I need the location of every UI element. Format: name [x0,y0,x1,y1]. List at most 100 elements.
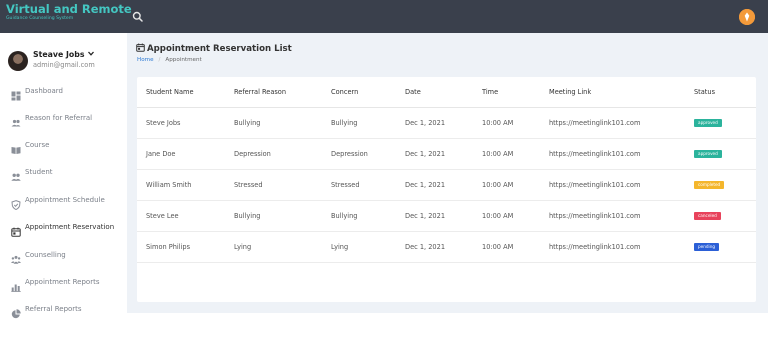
date-cell: Dec 1, 2021 [405,200,482,232]
date-cell: Dec 1, 2021 [405,138,482,170]
bar-chart-icon [11,277,21,292]
table-header-row: Student Name Referral Reason Concern Dat… [137,77,756,108]
column-header[interactable]: Concern [331,77,405,108]
sidebar-item-appointment-schedule[interactable]: Appointment Schedule [0,190,127,211]
time-cell: 10:00 AM [482,169,549,201]
sidebar-item-counselling[interactable]: Counselling [0,245,127,265]
users-add-icon [11,113,21,127]
sidebar-item-label: Course [25,141,50,149]
calendar-icon [136,43,145,52]
status-badge: approved [694,118,722,127]
column-header[interactable]: Time [482,77,549,108]
date-cell: Dec 1, 2021 [405,231,482,263]
brand-logo[interactable]: Virtual and Remote Guidance Counseling S… [6,2,132,22]
status-cell: pending [694,231,756,263]
referral-reason-cell: Bullying [234,107,331,139]
table-row[interactable]: Steve Jobs Bullying Bullying Dec 1, 2021… [137,107,756,139]
people-group-icon [11,250,21,264]
meeting-link-cell[interactable]: https://meetinglink101.com [549,107,694,139]
dashboard-icon [11,86,21,101]
sidebar-item-label: Appointment Schedule [25,196,105,204]
breadcrumb: Home / Appointment [137,57,202,63]
sidebar-item-label: Appointment Reports [25,278,100,286]
concern-cell: Stressed [331,169,405,201]
status-cell: approved [694,138,756,170]
footer-area [127,313,768,337]
table-row[interactable]: Jane Doe Depression Depression Dec 1, 20… [137,138,756,170]
time-cell: 10:00 AM [482,107,549,139]
concern-cell: Bullying [331,200,405,232]
status-badge: approved [694,149,722,158]
shield-check-icon [11,195,21,211]
column-header[interactable]: Student Name [137,77,234,108]
search-icon[interactable] [131,9,145,23]
meeting-link-cell[interactable]: https://meetinglink101.com [549,200,694,232]
main-content: Appointment Reservation List Home / Appoin… [127,33,768,313]
meeting-link-cell[interactable]: https://meetinglink101.com [549,138,694,170]
breadcrumb-separator: / [158,57,161,63]
table-row[interactable]: Simon Philips Lying Lying Dec 1, 2021 10… [137,231,756,263]
referral-reason-cell: Depression [234,138,331,170]
sidebar-item-appointment-reports[interactable]: Appointment Reports [0,272,127,292]
sidebar-item-referral-reports[interactable]: Referral Reports [0,299,127,319]
sidebar-item-label: Student [25,168,53,176]
student-name-cell: Steve Jobs [137,107,234,139]
breadcrumb-current: Appointment [165,57,202,63]
meeting-link-cell[interactable]: https://meetinglink101.com [549,231,694,263]
sidebar-item-label: Appointment Reservation [25,223,115,231]
student-name-cell: William Smith [137,169,234,201]
users-icon [11,167,21,181]
student-name-cell: Simon Philips [137,231,234,263]
chevron-down-icon[interactable] [88,50,94,58]
status-cell: canceled [694,200,756,232]
page-title-text: Appointment Reservation List [147,44,292,54]
appointment-table: Student Name Referral Reason Concern Dat… [137,77,756,263]
sidebar-item-course[interactable]: Course [0,135,127,155]
breadcrumb-home-link[interactable]: Home [137,57,154,63]
date-cell: Dec 1, 2021 [405,107,482,139]
column-header[interactable]: Referral Reason [234,77,331,108]
concern-cell: Depression [331,138,405,170]
top-navbar: Virtual and Remote Guidance Counseling S… [0,0,768,33]
sidebar-item-label: Referral Reports [25,305,82,313]
page-title: Appointment Reservation List [136,43,292,54]
sidebar: Steave Jobs admin@gmail.com Dashboard Re… [0,33,127,337]
referral-reason-cell: Bullying [234,200,331,232]
sidebar-item-student[interactable]: Student [0,162,127,182]
table-row[interactable]: William Smith Stressed Stressed Dec 1, 2… [137,169,756,201]
concern-cell: Bullying [331,107,405,139]
profile-email: admin@gmail.com [33,61,95,69]
status-cell: completed [694,169,756,201]
table-row[interactable]: Steve Lee Bullying Bullying Dec 1, 2021 … [137,200,756,232]
time-cell: 10:00 AM [482,200,549,232]
book-icon [11,140,21,154]
column-header[interactable]: Status [694,77,756,108]
pie-chart-icon [11,304,21,319]
time-cell: 10:00 AM [482,138,549,170]
sidebar-item-dashboard[interactable]: Dashboard [0,81,127,101]
user-avatar-icon[interactable] [739,9,755,25]
avatar [8,51,28,71]
student-name-cell: Jane Doe [137,138,234,170]
meeting-link-cell[interactable]: https://meetinglink101.com [549,169,694,201]
profile-block[interactable]: Steave Jobs admin@gmail.com [8,49,123,73]
status-badge: pending [694,242,720,251]
date-cell: Dec 1, 2021 [405,169,482,201]
referral-reason-cell: Lying [234,231,331,263]
sidebar-item-label: Dashboard [25,87,63,95]
referral-reason-cell: Stressed [234,169,331,201]
sidebar-item-label: Reason for Referral [25,114,93,122]
sidebar-item-appointment-reservation[interactable]: Appointment Reservation [0,217,127,237]
status-badge: canceled [694,211,721,220]
brand-subtitle: Guidance Counseling System [6,16,74,21]
student-name-cell: Steve Lee [137,200,234,232]
calendar-icon [11,222,21,237]
brand-title: Virtual and Remote [6,2,132,16]
column-header[interactable]: Date [405,77,482,108]
status-cell: approved [694,107,756,139]
sidebar-item-reason-for-referral[interactable]: Reason for Referral [0,108,127,128]
appointment-table-card: Student Name Referral Reason Concern Dat… [137,77,756,302]
sidebar-item-label: Counselling [25,251,66,259]
column-header[interactable]: Meeting Link [549,77,694,108]
concern-cell: Lying [331,231,405,263]
